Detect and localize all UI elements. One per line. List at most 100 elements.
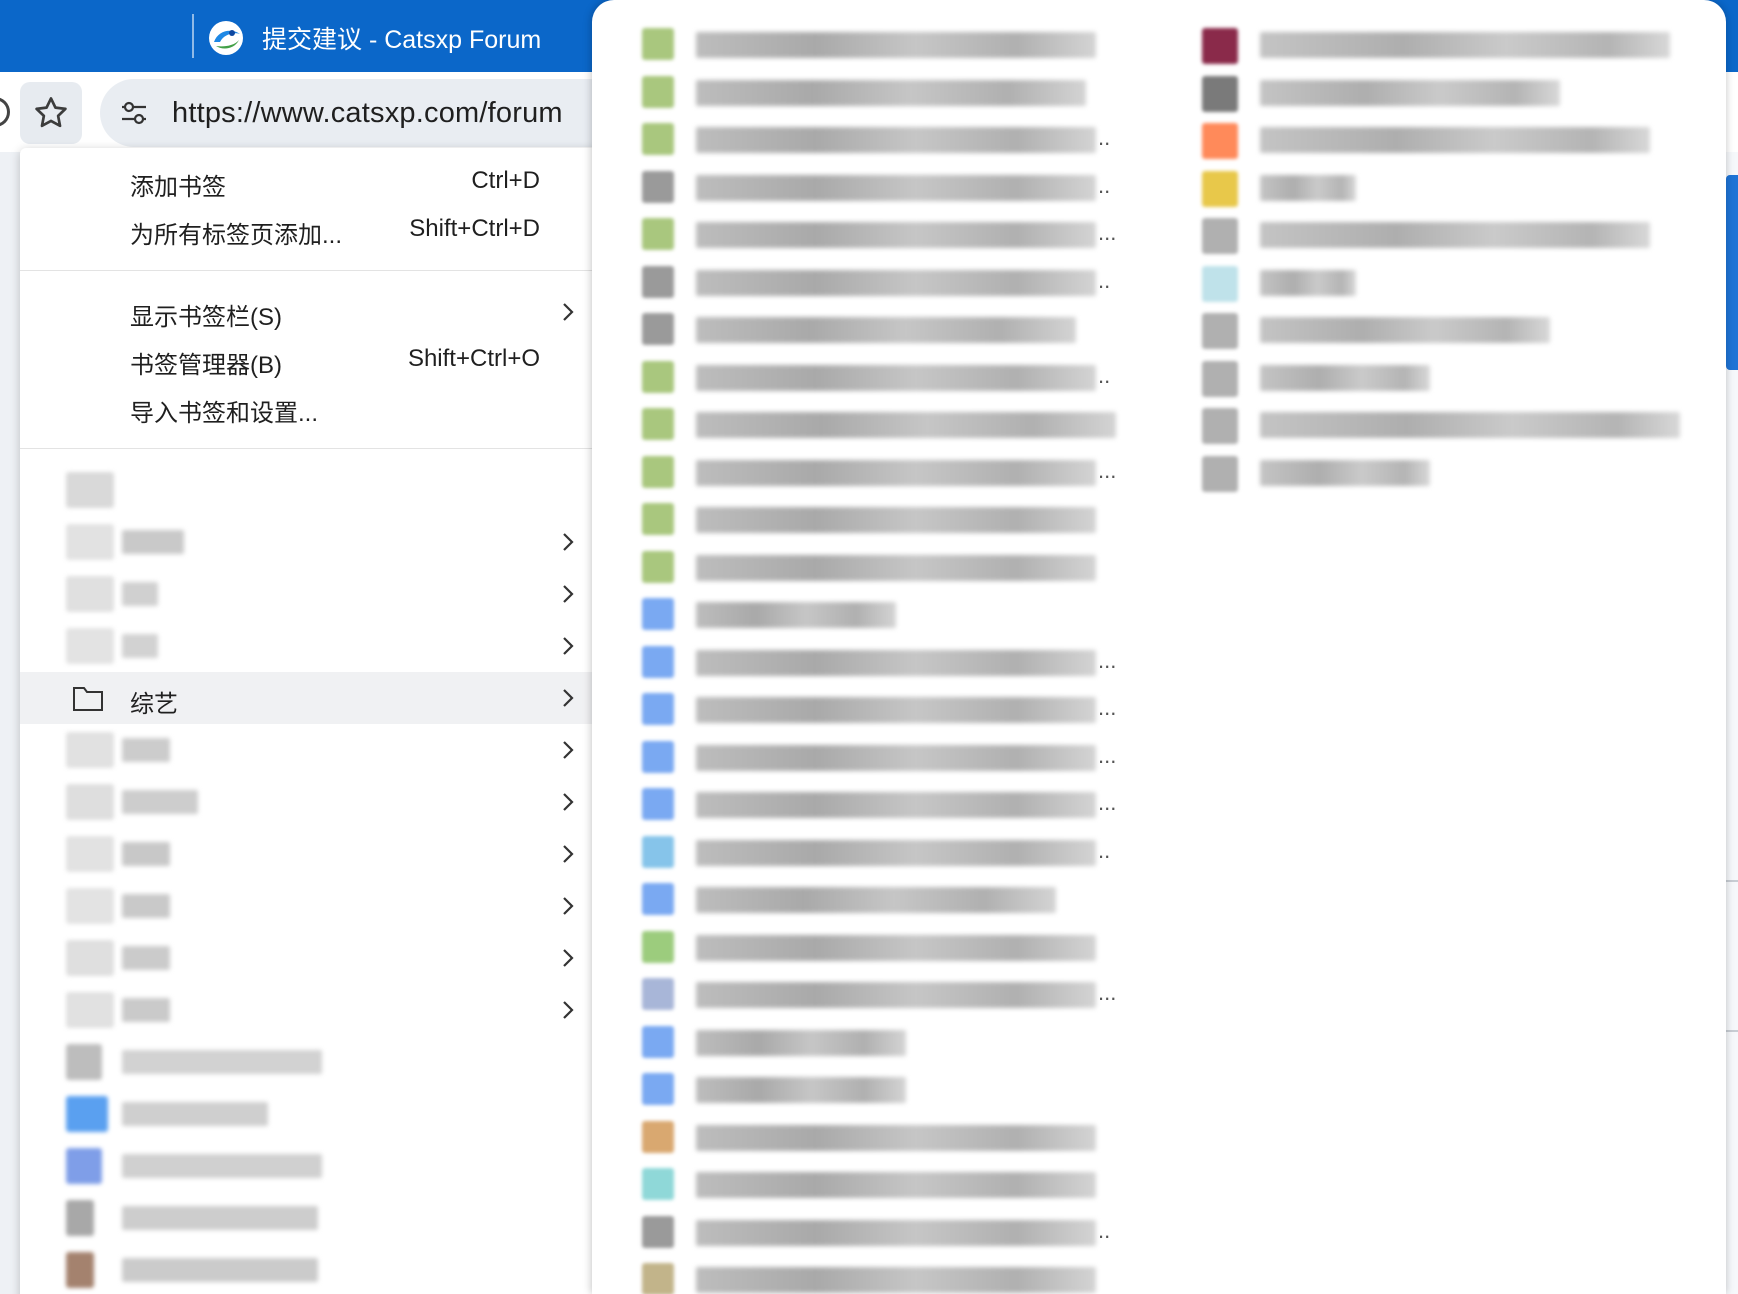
bookmark-folder-item[interactable]: [20, 932, 596, 984]
submenu-bookmark-item[interactable]: ...: [642, 735, 1116, 779]
submenu-bookmark-item[interactable]: ..: [642, 355, 1112, 399]
bookmark-favicon-icon: [642, 28, 674, 60]
bookmark-label: [696, 1267, 1096, 1293]
submenu-bookmark-item[interactable]: [1202, 307, 1682, 351]
bookmark-favicon-icon: [642, 550, 674, 583]
star-icon: [35, 97, 67, 128]
bookmark-favicon-icon: [66, 1252, 94, 1288]
submenu-bookmark-item[interactable]: [1202, 117, 1682, 161]
bookmark-label: [696, 1172, 1096, 1198]
submenu-bookmark-item[interactable]: ...: [642, 640, 1116, 684]
bookmark-item[interactable]: [20, 1140, 596, 1192]
submenu-bookmark-item[interactable]: [642, 497, 1112, 541]
submenu-bookmark-item[interactable]: [642, 402, 1116, 446]
submenu-bookmark-item[interactable]: ..: [642, 830, 1112, 874]
bookmark-label: [696, 839, 1096, 866]
bookmark-item[interactable]: [20, 464, 596, 516]
url-text[interactable]: https://www.catsxp.com/forum: [172, 97, 563, 130]
submenu-bookmark-item[interactable]: [642, 70, 1112, 114]
submenu-bookmark-item[interactable]: [642, 307, 1112, 351]
chevron-right-icon: [563, 303, 574, 321]
submenu-bookmark-item[interactable]: [1202, 165, 1682, 209]
bookmark-manager-item[interactable]: 书签管理器(B) Shift+Ctrl+O: [20, 336, 596, 384]
bookmark-item[interactable]: [20, 1244, 596, 1294]
truncation-ellipsis: ..: [1098, 1217, 1111, 1243]
submenu-bookmark-item[interactable]: [642, 1115, 1112, 1159]
submenu-bookmark-item[interactable]: [642, 1020, 1112, 1064]
submenu-bookmark-item[interactable]: ...: [642, 972, 1116, 1016]
bookmark-folder-item[interactable]: [20, 568, 596, 620]
bookmark-favicon-icon: [1202, 75, 1238, 112]
tab-title: 提交建议 - Catsxp Forum: [262, 26, 542, 54]
bookmark-favicon-icon: [642, 265, 674, 298]
bookmark-label: [696, 1219, 1096, 1246]
chevron-right-icon: [563, 585, 574, 603]
bookmark-favicon-icon: [642, 1120, 674, 1153]
site-settings-icon[interactable]: [118, 97, 150, 129]
submenu-bookmark-item[interactable]: ..: [642, 165, 1112, 209]
submenu-bookmark-item[interactable]: [642, 1257, 1112, 1294]
submenu-bookmark-item[interactable]: [1202, 212, 1682, 256]
folder-icon: [73, 687, 103, 711]
bookmark-label: [696, 1124, 1096, 1151]
bookmark-folder-item[interactable]: [20, 724, 596, 776]
bookmark-label: [696, 934, 1096, 961]
folder-submenu: .................................: [592, 0, 1726, 1294]
submenu-bookmark-item[interactable]: ..: [642, 1210, 1112, 1254]
bookmark-folder-item[interactable]: [20, 828, 596, 880]
submenu-bookmark-item[interactable]: [1202, 450, 1682, 494]
submenu-bookmark-item[interactable]: [642, 545, 1112, 589]
bookmark-label: [122, 1154, 322, 1178]
folder-icon: [66, 992, 114, 1028]
folder-item-active[interactable]: 综艺: [20, 672, 596, 724]
bookmark-label: [1260, 412, 1680, 438]
submenu-bookmark-item[interactable]: ...: [642, 687, 1116, 731]
bookmark-label: [696, 79, 1086, 106]
add-bookmark-item[interactable]: 添加书签 Ctrl+D: [20, 158, 596, 206]
bookmark-favicon-icon: [642, 360, 674, 393]
submenu-bookmark-item[interactable]: ..: [642, 117, 1112, 161]
bookmark-folder-item[interactable]: [20, 984, 596, 1036]
bookmark-label: [122, 946, 170, 970]
submenu-bookmark-item[interactable]: ..: [642, 260, 1112, 304]
bookmark-folder-item[interactable]: [20, 776, 596, 828]
submenu-bookmark-item[interactable]: [642, 592, 1112, 636]
submenu-bookmark-item[interactable]: ...: [642, 782, 1116, 826]
submenu-bookmark-item[interactable]: ...: [642, 450, 1116, 494]
import-bookmarks-item[interactable]: 导入书签和设置...: [20, 384, 596, 432]
bookmark-star-button[interactable]: [20, 82, 82, 144]
truncation-ellipsis: ..: [1098, 172, 1111, 198]
submenu-bookmark-item[interactable]: [642, 22, 1112, 66]
submenu-bookmark-item[interactable]: [1202, 260, 1682, 304]
bookmark-label: [696, 744, 1096, 771]
submenu-bookmark-item[interactable]: [642, 877, 1112, 921]
bookmark-label: [122, 1206, 318, 1230]
bookmark-item[interactable]: [20, 1036, 596, 1088]
show-bookmarks-bar-item[interactable]: 显示书签栏(S): [20, 288, 596, 336]
bookmark-label: [696, 269, 1096, 296]
bookmark-label: [1260, 269, 1356, 296]
submenu-bookmark-item[interactable]: [1202, 355, 1682, 399]
bookmark-folder-item[interactable]: [20, 880, 596, 932]
submenu-bookmark-item[interactable]: [1202, 70, 1682, 114]
bookmark-favicon-icon: [1202, 360, 1238, 397]
bookmark-folder-item[interactable]: [20, 620, 596, 672]
add-all-tabs-item[interactable]: 为所有标签页添加... Shift+Ctrl+D: [20, 206, 596, 254]
bookmark-favicon-icon: [642, 883, 674, 915]
submenu-bookmark-item[interactable]: [1202, 402, 1682, 446]
submenu-bookmark-item[interactable]: [642, 925, 1112, 969]
bookmark-item[interactable]: [20, 1192, 596, 1244]
bookmark-folder-item[interactable]: [20, 516, 596, 568]
submenu-bookmark-item[interactable]: [642, 1162, 1112, 1206]
truncation-ellipsis: ...: [1098, 647, 1117, 673]
submenu-bookmark-item[interactable]: [1202, 22, 1682, 66]
tab-active[interactable]: 提交建议 - Catsxp Forum: [196, 8, 626, 68]
bookmark-item[interactable]: [20, 1088, 596, 1140]
chevron-right-icon: [563, 637, 574, 655]
bookmark-label: [122, 582, 158, 606]
submenu-bookmark-item[interactable]: [642, 1067, 1112, 1111]
chevron-right-icon: [563, 741, 574, 759]
menu-divider: [20, 448, 596, 449]
submenu-bookmark-item[interactable]: ...: [642, 212, 1116, 256]
bookmark-label: [696, 127, 1096, 153]
